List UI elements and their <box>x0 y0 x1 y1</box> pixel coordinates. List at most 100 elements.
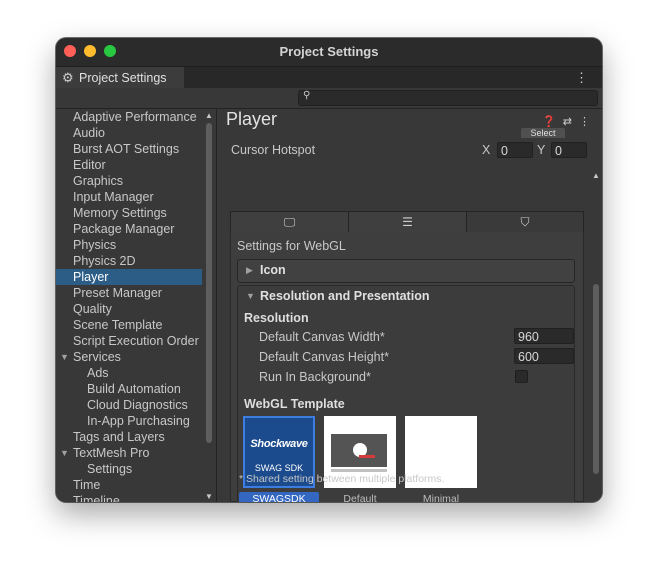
sidebar-scroll-thumb[interactable] <box>206 123 212 443</box>
sidebar-item-label: Adaptive Performance <box>73 110 197 124</box>
sidebar-item-label: Timeline <box>73 494 120 502</box>
sidebar-item-cloud-diagnostics[interactable]: Cloud Diagnostics <box>56 397 202 413</box>
canvas-height-label: Default Canvas Height* <box>259 350 389 364</box>
tab-standalone[interactable]: 🖵 <box>231 212 349 232</box>
sidebar-item-label: Physics <box>73 238 117 252</box>
cursor-hotspot-label: Cursor Hotspot <box>231 143 316 157</box>
sidebar-item-player[interactable]: Player <box>56 269 202 285</box>
search-icon: ⚲ <box>303 90 311 101</box>
sidebar-item-textmesh-pro[interactable]: ▼ TextMesh Pro <box>56 445 202 461</box>
sidebar-item-burst-aot-settings[interactable]: Burst AOT Settings <box>56 141 202 157</box>
title-bar[interactable]: Project Settings <box>56 38 602 66</box>
sidebar-item-label: Tags and Layers <box>73 430 165 444</box>
sidebar-item-time[interactable]: Time <box>56 477 202 493</box>
sidebar-item-label: Graphics <box>73 174 124 188</box>
swagsdk-caption: SWAG SDK <box>254 463 304 473</box>
sidebar-item-label: Ads <box>87 366 109 380</box>
sidebar-item-label: Scene Template <box>73 318 163 332</box>
sidebar-item-label: Input Manager <box>73 190 154 204</box>
run-in-background-checkbox[interactable] <box>515 370 528 383</box>
resolution-foldout-header[interactable]: ▼ Resolution and Presentation <box>238 286 574 310</box>
canvas-height-field[interactable]: 600 <box>514 348 574 364</box>
sidebar-item-adaptive-performance[interactable]: Adaptive Performance <box>56 109 202 125</box>
sidebar-item-scene-template[interactable]: Scene Template <box>56 317 202 333</box>
settings-sidebar: Adaptive Performance Audio Burst AOT Setti… <box>56 109 217 502</box>
sidebar-scrollbar[interactable]: ▲ ▼ <box>203 109 215 502</box>
scroll-up-icon[interactable]: ▲ <box>205 111 213 120</box>
hotspot-y-label: Y <box>537 143 546 157</box>
footer-preview <box>331 469 387 472</box>
sidebar-item-ads[interactable]: Ads <box>56 365 202 381</box>
sidebar-item-audio[interactable]: Audio <box>56 125 202 141</box>
main-scroll-up-icon[interactable]: ▲ <box>592 171 600 180</box>
icon-foldout[interactable]: ▶ Icon <box>237 259 575 283</box>
page-title: Player <box>226 109 278 129</box>
sidebar-item-script-execution-order[interactable]: Script Execution Order <box>56 333 202 349</box>
window-menu-icon[interactable]: ⋮ <box>575 67 588 89</box>
monitor-icon: 🖵 <box>283 215 296 229</box>
sidebar-item-preset-manager[interactable]: Preset Manager <box>56 285 202 301</box>
tab-project-settings[interactable]: ⚙ Project Settings <box>56 67 184 89</box>
sidebar-item-timeline[interactable]: Timeline <box>56 493 202 502</box>
sidebar-item-settings[interactable]: Settings <box>56 461 202 477</box>
sidebar-item-label: Editor <box>73 158 106 172</box>
expand-right-icon: ▶ <box>246 265 253 275</box>
run-in-background-label: Run In Background* <box>259 370 371 384</box>
tab-webgl[interactable]: ⛉ <box>467 212 583 232</box>
search-row: ⚲ <box>56 88 602 109</box>
sidebar-item-label: Audio <box>73 126 105 140</box>
sidebar-item-memory-settings[interactable]: Memory Settings <box>56 205 202 221</box>
sidebar-item-graphics[interactable]: Graphics <box>56 173 202 189</box>
preset-icon[interactable]: ⇄ <box>563 116 572 128</box>
sidebar-item-label: Build Automation <box>87 382 181 396</box>
template-minimal-label: Minimal <box>422 493 460 502</box>
canvas-width-field[interactable]: 960 <box>514 328 574 344</box>
hotspot-x-field[interactable]: 0 <box>497 142 533 158</box>
server-icon: ☰ <box>402 215 413 229</box>
sidebar-item-physics-2d[interactable]: Physics 2D <box>56 253 202 269</box>
shared-setting-footnote: * Shared setting between multiple platfo… <box>239 473 445 485</box>
hotspot-y-field[interactable]: 0 <box>551 142 587 158</box>
expand-down-icon[interactable]: ▼ <box>60 445 69 461</box>
sidebar-item-label: Time <box>73 478 101 492</box>
shockwave-logo: Shockwave <box>250 438 308 450</box>
template-gallery: Shockwave SWAG SDK SWAGSDK Default Minim… <box>238 416 574 502</box>
more-options-icon[interactable]: ⋮ <box>579 116 590 128</box>
sidebar-item-label: Services <box>73 350 121 364</box>
sidebar-item-label: Memory Settings <box>73 206 167 220</box>
gear-icon: ⚙ <box>62 70 74 85</box>
sidebar-item-build-automation[interactable]: Build Automation <box>56 381 202 397</box>
sidebar-item-label: Settings <box>87 462 133 476</box>
player-settings-panel: Player ❓ ⇄ ⋮ Select Cursor Hotspot X 0 Y 0… <box>217 109 602 502</box>
sidebar-item-in-app-purchasing[interactable]: In-App Purchasing <box>56 413 202 429</box>
sidebar-item-tags-and-layers[interactable]: Tags and Layers <box>56 429 202 445</box>
sidebar-item-quality[interactable]: Quality <box>56 301 202 317</box>
platform-tabs: 🖵 ☰ ⛉ <box>230 211 584 233</box>
search-input[interactable]: ⚲ <box>298 90 598 106</box>
sidebar-item-label: TextMesh Pro <box>73 446 150 460</box>
sidebar-item-label: Cloud Diagnostics <box>87 398 188 412</box>
sidebar-item-services[interactable]: ▼ Services <box>56 349 202 365</box>
scroll-down-icon[interactable]: ▼ <box>205 492 213 501</box>
settings-for-label: Settings for WebGL <box>237 239 346 253</box>
tab-server[interactable]: ☰ <box>349 212 467 232</box>
resolution-foldout-label: Resolution and Presentation <box>260 289 430 303</box>
main-scrollbar[interactable]: ▲ <box>590 169 602 502</box>
expand-down-icon[interactable]: ▼ <box>60 349 69 365</box>
progress-bar-preview <box>359 455 375 458</box>
sidebar-item-label: Burst AOT Settings <box>73 142 180 156</box>
select-button[interactable]: Select <box>521 128 565 138</box>
sidebar-item-label: Player <box>73 270 109 284</box>
sidebar-item-editor[interactable]: Editor <box>56 157 202 173</box>
expand-down-icon: ▼ <box>246 291 255 301</box>
sidebar-item-physics[interactable]: Physics <box>56 237 202 253</box>
sidebar-item-input-manager[interactable]: Input Manager <box>56 189 202 205</box>
sidebar-item-package-manager[interactable]: Package Manager <box>56 221 202 237</box>
tab-strip: ⚙ Project Settings ⋮ <box>56 66 602 89</box>
sidebar-item-label: Package Manager <box>73 222 175 236</box>
header-icons: ❓ ⇄ ⋮ <box>535 115 590 128</box>
sidebar-item-label: Script Execution Order <box>73 334 199 348</box>
canvas-width-label: Default Canvas Width* <box>259 330 385 344</box>
main-scroll-thumb[interactable] <box>593 284 599 474</box>
help-icon[interactable]: ❓ <box>542 116 556 128</box>
